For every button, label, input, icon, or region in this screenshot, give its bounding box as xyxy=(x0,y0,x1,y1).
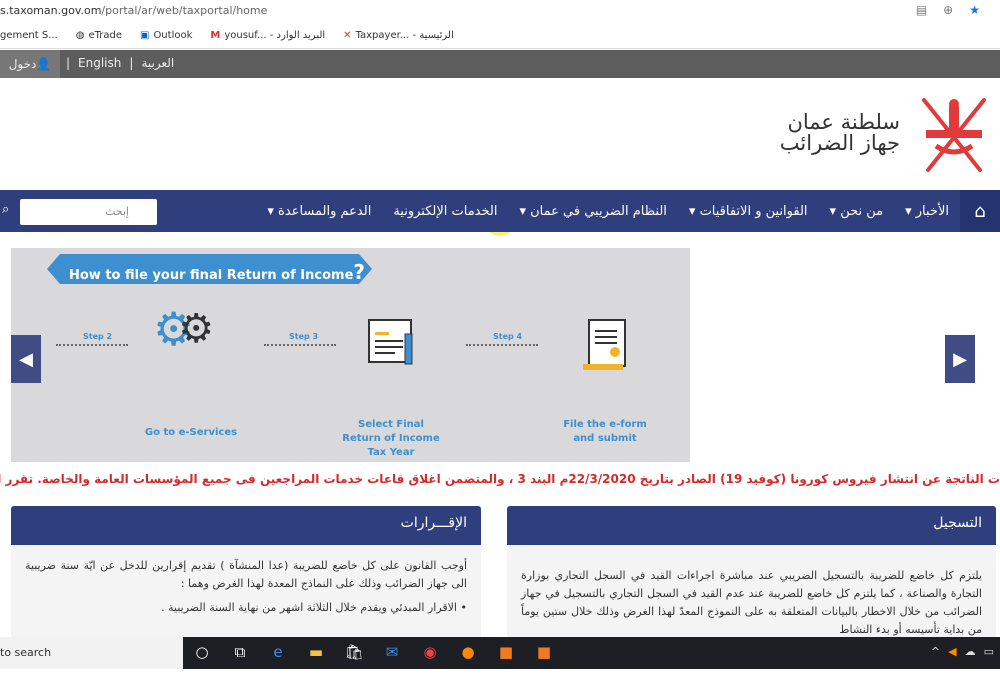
news-ticker[interactable]: ت الناتجة عن انتشار فيروس كورونا (كوفيد … xyxy=(0,472,1000,490)
dotted-arrow xyxy=(466,344,538,346)
panel-bullet: الاقرار المبدئي ويقدم خلال الثلاثة اشهر … xyxy=(161,601,457,614)
app-icon[interactable]: ■ xyxy=(534,643,554,661)
top-bar: 👤 دخول | English | العربية xyxy=(0,50,1000,78)
panel-body: أوجب القانون على كل خاضع للضريبة (عدا ال… xyxy=(25,559,467,590)
outlook-icon: ▣ xyxy=(139,29,150,41)
tray-app-icon[interactable]: ◀ xyxy=(948,645,956,658)
returns-panel: الإقـــرارات أوجب القانون على كل خاضع لل… xyxy=(11,506,481,641)
emblem-icon: ✕ xyxy=(343,29,352,41)
network-icon[interactable]: ▭ xyxy=(984,645,994,658)
nav-laws[interactable]: القوانين و الاتفاقيات ▾ xyxy=(678,204,819,219)
arabic-link[interactable]: العربية xyxy=(141,56,174,70)
login-button[interactable]: 👤 دخول xyxy=(0,50,60,78)
nav-tax-system[interactable]: النظام الضريبي في عمان ▾ xyxy=(508,204,677,219)
user-icon: 👤 xyxy=(36,57,52,71)
step-label: Step 2 xyxy=(83,332,113,341)
taskbar-search[interactable]: to search xyxy=(0,637,183,669)
carousel-prev-button[interactable]: ◀ xyxy=(11,335,41,383)
chevron-left-icon: ◀ xyxy=(19,348,33,370)
nav-news[interactable]: الأخبار ▾ xyxy=(894,204,960,219)
english-link[interactable]: English xyxy=(78,56,121,70)
gear-icon: ⚙⚙ xyxy=(153,302,215,356)
carousel-banner: How to file your final Return of Income? xyxy=(47,254,372,284)
step-label: Step 3 xyxy=(289,332,319,341)
bookmark[interactable]: ✕ Taxpayer... - الرئيسية xyxy=(343,30,454,41)
mail-icon[interactable]: ✉ xyxy=(382,643,402,661)
panel-title[interactable]: الإقـــرارات xyxy=(11,506,481,545)
gmail-icon: M xyxy=(210,29,221,41)
form-icon xyxy=(368,319,413,365)
globe-icon: ◍ xyxy=(75,29,85,41)
bookmark[interactable]: ▣ Outlook xyxy=(140,30,192,41)
bookmark[interactable]: Myousuf... - البريد الوارد xyxy=(210,30,325,41)
onedrive-icon[interactable]: ☁ xyxy=(965,645,976,658)
main-nav: ⌂ الأخبار ▾ من نحن ▾ القوانين و الاتفاقي… xyxy=(0,190,1000,232)
registration-panel: التسجيل يلتزم كل خاضع للضريبة بالتسجيل ا… xyxy=(507,506,996,641)
step-caption: File the e-form and submit xyxy=(563,419,647,444)
bookmark[interactable]: ◍ eTrade xyxy=(76,30,122,41)
file-explorer-icon[interactable]: ▬ xyxy=(306,643,326,661)
store-icon[interactable]: 🛍 xyxy=(344,643,364,661)
edge-icon[interactable]: e xyxy=(268,643,288,661)
carousel: How to file your final Return of Income?… xyxy=(11,248,690,462)
translate-icon[interactable]: ▤ xyxy=(916,3,927,17)
search-icon[interactable]: ⌕ xyxy=(2,202,9,217)
task-view-icon[interactable]: ⧉ xyxy=(230,643,250,661)
document-certificate-icon xyxy=(583,319,626,370)
url-host: s.taxoman.gov.om xyxy=(0,4,102,17)
bookmark[interactable]: gement S... xyxy=(0,30,58,41)
step-label: Step 4 xyxy=(493,332,523,341)
address-bar[interactable]: s.taxoman.gov.om/portal/ar/web/taxportal… xyxy=(0,0,1000,22)
logo-text[interactable]: سلطنة عمان جهاز الضرائب xyxy=(780,112,900,154)
search-input[interactable]: إبحث xyxy=(20,199,157,225)
nav-eservices[interactable]: الخدمات الإلكترونية xyxy=(382,204,508,219)
panel-title[interactable]: التسجيل xyxy=(507,506,996,545)
dotted-arrow xyxy=(264,344,336,346)
home-icon[interactable]: ⌂ xyxy=(960,190,1000,232)
app-icon[interactable]: ■ xyxy=(496,643,516,661)
panel-body: يلتزم كل خاضع للضريبة بالتسجيل الضريبي ع… xyxy=(521,569,982,636)
star-icon[interactable]: ★ xyxy=(969,3,980,17)
step-caption: Select Final Return of Income Tax Year xyxy=(342,419,440,458)
taskbar: to search ○ ⧉ e ▬ 🛍 ✉ ◉ ● ■ ■ ^ ◀ ☁ ▭ xyxy=(0,637,1000,669)
tray-chevron-icon[interactable]: ^ xyxy=(931,645,940,658)
step-caption: Go to e-Services xyxy=(144,427,238,438)
chevron-right-icon: ▶ xyxy=(953,348,967,370)
oman-emblem-logo[interactable] xyxy=(916,94,992,176)
chrome-icon[interactable]: ◉ xyxy=(420,643,440,661)
bookmarks-bar: gement S... ◍ eTrade ▣ Outlook Myousuf... … xyxy=(0,22,1000,49)
url-path: /portal/ar/web/taxportal/home xyxy=(101,4,268,17)
carousel-next-button[interactable]: ▶ xyxy=(945,335,975,383)
cortana-icon[interactable]: ○ xyxy=(192,643,212,661)
nav-about[interactable]: من نحن ▾ xyxy=(819,204,895,219)
dotted-arrow xyxy=(56,344,128,346)
nav-support[interactable]: الدعم والمساعدة ▾ xyxy=(256,204,382,219)
site-header: سلطنة عمان جهاز الضرائب xyxy=(0,78,1000,236)
firefox-icon[interactable]: ● xyxy=(458,643,478,661)
zoom-icon[interactable]: ⊕ xyxy=(943,3,953,17)
